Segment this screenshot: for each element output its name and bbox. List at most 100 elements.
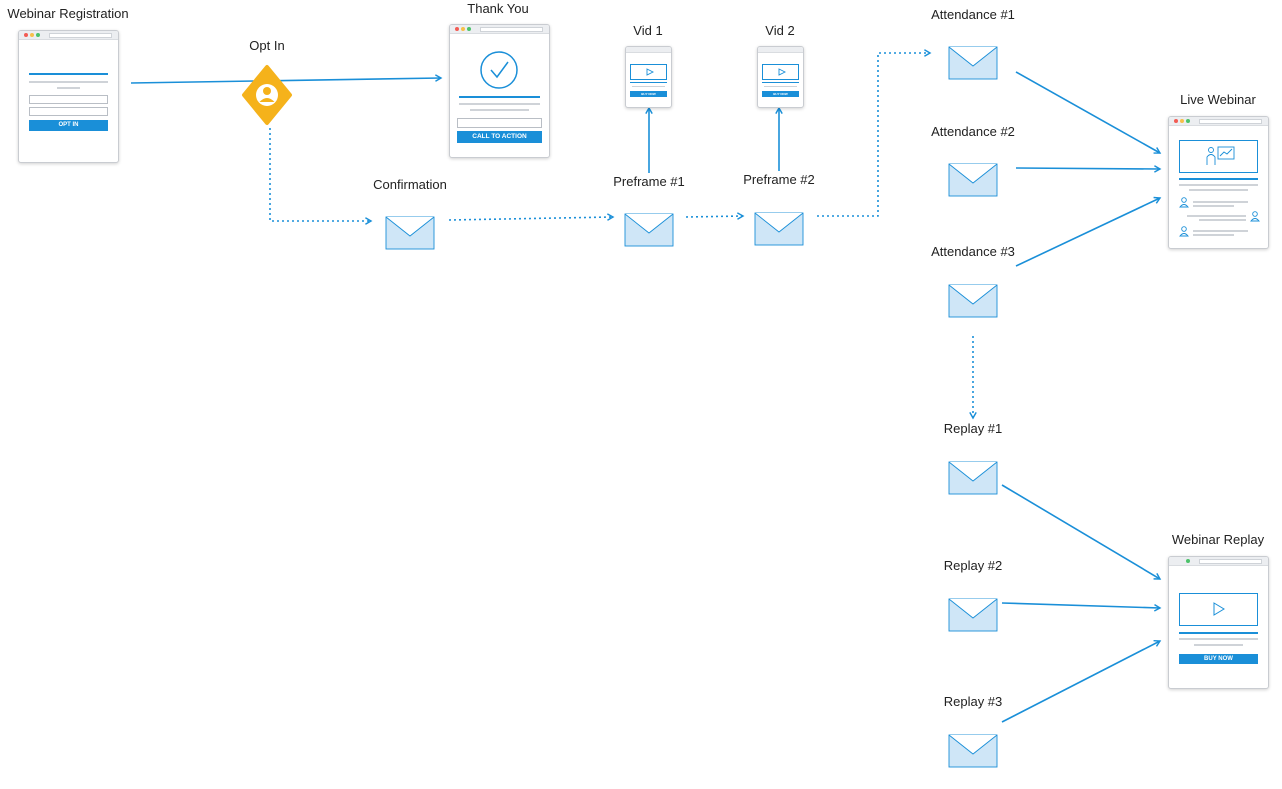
browser-bar xyxy=(758,47,803,53)
email-confirmation[interactable] xyxy=(385,216,435,250)
replay-buy-button: BUY NOW xyxy=(1179,654,1258,664)
comment-line xyxy=(1187,215,1246,217)
connector-attendance1-to-live xyxy=(1015,71,1162,154)
funnel-diagram xyxy=(130,49,1162,723)
connector-replay3-to-webinar-replay xyxy=(1001,639,1162,723)
label-attendance2: Attendance #2 xyxy=(931,124,1015,139)
vid1-page[interactable]: BUY NOW xyxy=(625,46,672,108)
envelope-icon xyxy=(385,216,435,250)
label-webinar-replay: Webinar Replay xyxy=(1171,532,1265,547)
text-line xyxy=(29,81,108,83)
text-line xyxy=(1179,638,1258,640)
window-dots xyxy=(1174,119,1192,137)
comment-line xyxy=(1193,230,1248,232)
window-dots xyxy=(1174,559,1192,577)
email-preframe2[interactable] xyxy=(754,212,804,246)
envelope-icon xyxy=(948,284,998,318)
optin-node[interactable] xyxy=(241,64,293,126)
comment-line xyxy=(1193,201,1248,203)
text-line xyxy=(1194,644,1243,646)
label-attendance1: Attendance #1 xyxy=(931,7,1015,22)
vid2-buy-button: BUY NOW xyxy=(762,91,799,97)
person-icon xyxy=(1179,226,1189,237)
text-line xyxy=(57,87,80,89)
presenter-chart-icon xyxy=(1206,146,1235,165)
user-icon xyxy=(256,84,278,106)
label-replay1: Replay #1 xyxy=(943,421,1003,436)
label-attendance3: Attendance #3 xyxy=(931,244,1015,259)
headline-line xyxy=(459,96,540,98)
url-bar xyxy=(480,27,543,32)
form-field xyxy=(29,107,108,116)
thank-you-page[interactable]: CALL TO ACTION xyxy=(449,24,550,158)
person-icon xyxy=(1250,211,1260,222)
webinar-replay-page[interactable]: BUY NOW xyxy=(1168,556,1269,689)
webinar-registration-page[interactable]: OPT IN xyxy=(18,30,119,163)
browser-bar xyxy=(626,47,671,53)
label-confirmation: Confirmation xyxy=(373,177,447,192)
comment-line xyxy=(1193,234,1234,236)
email-replay2[interactable] xyxy=(948,598,998,632)
connector-attendance3-to-live xyxy=(1015,196,1162,267)
headline-line xyxy=(1179,178,1258,180)
video-frame xyxy=(630,64,667,80)
browser-bar xyxy=(450,25,549,34)
url-bar xyxy=(49,33,112,38)
presenter-frame xyxy=(1179,140,1258,173)
email-preframe1[interactable] xyxy=(624,213,674,247)
label-vid2: Vid 2 xyxy=(765,23,795,38)
text-line xyxy=(459,103,540,105)
label-live-webinar: Live Webinar xyxy=(1180,92,1256,107)
form-field xyxy=(457,118,542,128)
comment-line xyxy=(1199,219,1246,221)
checkmark-circle-icon xyxy=(480,51,518,89)
connector-preframe1-to-preframe2 xyxy=(685,212,745,220)
email-attendance3[interactable] xyxy=(948,284,998,318)
label-replay3: Replay #3 xyxy=(943,694,1003,709)
headline-line xyxy=(630,82,667,83)
envelope-icon xyxy=(948,163,998,197)
label-preframe1: Preframe #1 xyxy=(613,174,685,189)
browser-bar xyxy=(1169,117,1268,126)
url-bar xyxy=(1199,119,1262,124)
connector-attendance2-to-live xyxy=(1015,165,1162,173)
window-dots xyxy=(455,27,473,45)
envelope-icon xyxy=(948,461,998,495)
headline-line xyxy=(762,82,799,83)
text-line xyxy=(470,109,529,111)
live-webinar-page[interactable] xyxy=(1168,116,1269,249)
connector-replay1-to-webinar-replay xyxy=(1001,484,1162,580)
vid2-page[interactable]: BUY NOW xyxy=(757,46,804,108)
play-icon xyxy=(646,68,654,76)
label-preframe2: Preframe #2 xyxy=(743,172,815,187)
connector-preframe2-to-attendance1 xyxy=(817,49,932,217)
text-line xyxy=(764,86,797,87)
email-attendance1[interactable] xyxy=(948,46,998,80)
window-dots xyxy=(24,33,42,51)
video-frame xyxy=(1179,593,1258,626)
headline-line xyxy=(1179,632,1258,634)
label-webinar-registration: Webinar Registration xyxy=(7,6,129,21)
video-frame xyxy=(762,64,799,80)
comment-line xyxy=(1193,205,1234,207)
label-thank-you: Thank You xyxy=(467,1,529,16)
connector-confirmation-to-preframe1 xyxy=(448,213,615,221)
email-replay1[interactable] xyxy=(948,461,998,495)
envelope-icon xyxy=(948,598,998,632)
connector-replay2-to-webinar-replay xyxy=(1001,602,1162,612)
envelope-icon xyxy=(624,213,674,247)
form-field xyxy=(29,95,108,104)
label-replay2: Replay #2 xyxy=(943,558,1003,573)
label-vid1: Vid 1 xyxy=(633,23,663,38)
email-attendance2[interactable] xyxy=(948,163,998,197)
call-to-action-button: CALL TO ACTION xyxy=(457,131,542,143)
text-line xyxy=(1179,184,1258,186)
vid1-buy-button: BUY NOW xyxy=(630,91,667,97)
envelope-icon xyxy=(754,212,804,246)
play-icon xyxy=(1213,602,1225,616)
email-replay3[interactable] xyxy=(948,734,998,768)
text-line xyxy=(632,86,665,87)
envelope-icon xyxy=(948,734,998,768)
text-line xyxy=(1189,189,1248,191)
opt-in-button: OPT IN xyxy=(29,120,108,131)
